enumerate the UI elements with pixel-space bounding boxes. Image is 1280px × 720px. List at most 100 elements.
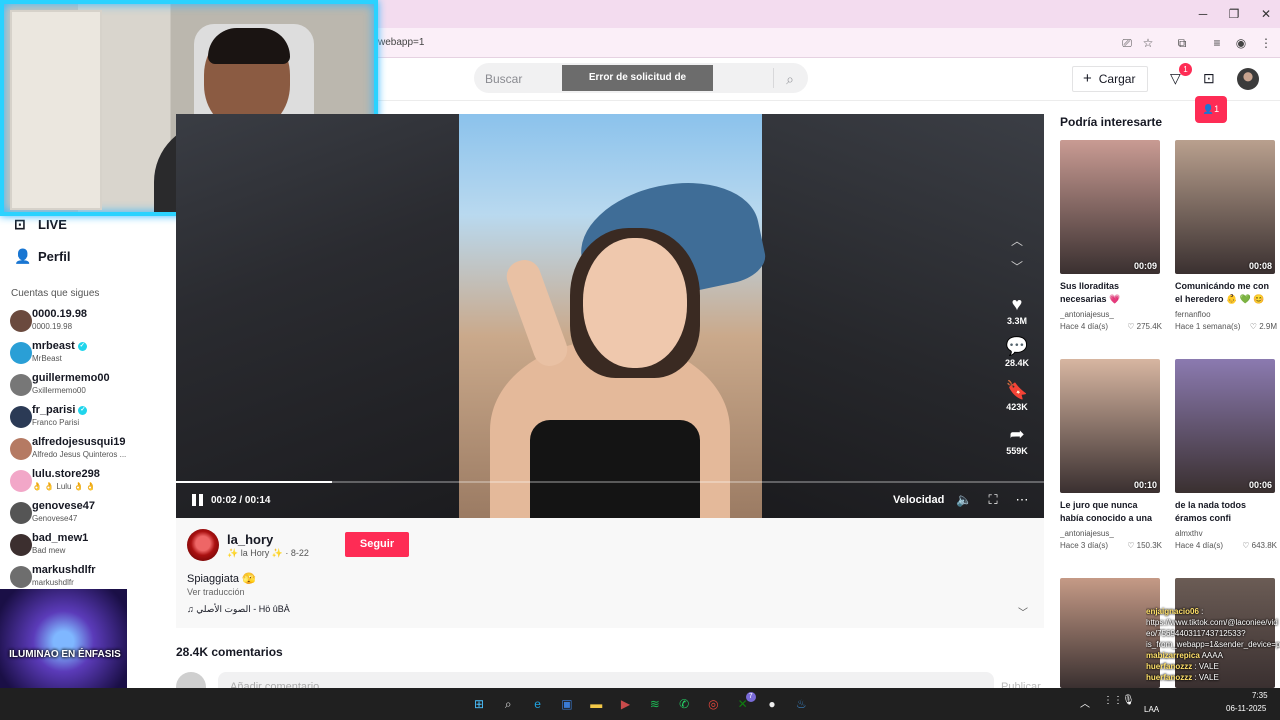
video-title[interactable]: de la nada todos éramos confi #relatable…: [1175, 499, 1277, 527]
following-item[interactable]: alfredojesusqui19 Alfredo Jesus Quinteros…: [10, 436, 170, 466]
like-button[interactable]: ♥ 3.3M: [1004, 294, 1030, 326]
store-icon[interactable]: ▣: [556, 693, 578, 715]
mic-icon[interactable]: 🎙: [1122, 695, 1135, 706]
suggested-video-card[interactable]: 00:09 Sus lloraditas necesarias 💗 ##parat…: [1060, 140, 1162, 340]
video-author[interactable]: fernanfloo: [1175, 310, 1231, 319]
url-text[interactable]: webapp=1: [378, 37, 424, 48]
folder-icon[interactable]: ▬: [585, 693, 607, 715]
following-name: fr_parisi ✓: [32, 404, 88, 416]
clock-date[interactable]: 06-11-2025: [1226, 704, 1266, 713]
following-item[interactable]: 0000.19.98 0000.19.98: [10, 308, 170, 338]
following-item[interactable]: guillermemo00 Gxillermemo00: [10, 372, 170, 402]
translate-link[interactable]: Ver traducción: [187, 587, 245, 597]
sidebar-item-label: Perfil: [38, 249, 71, 264]
sidebar-item-profile[interactable]: 👤 Perfil: [14, 248, 71, 265]
following-item[interactable]: genovese47 Genovese47: [10, 500, 170, 530]
profile-icon[interactable]: ◉: [1233, 35, 1249, 51]
extensions-icon[interactable]: ⧉: [1174, 35, 1190, 51]
clock-time[interactable]: 7:35: [1252, 691, 1268, 700]
video-thumbnail[interactable]: 00:10: [1060, 359, 1160, 493]
filter-badge: 1: [1179, 63, 1192, 76]
chevron-down-icon[interactable]: ﹀: [1009, 258, 1025, 274]
inbox-icon[interactable]: ⊡: [1203, 70, 1219, 86]
following-name-text: alfredojesusqui19: [32, 436, 126, 448]
like-count: 3.3M: [1006, 316, 1027, 326]
chevron-up-icon[interactable]: ︿: [1080, 695, 1090, 710]
author-name[interactable]: la_hory: [227, 532, 273, 547]
video-author[interactable]: _antoniajesus_: [1060, 310, 1116, 319]
grid-icon[interactable]: ⋮⋮: [1103, 695, 1123, 706]
spotify-icon[interactable]: ≋: [644, 693, 666, 715]
video-title[interactable]: Sus lloraditas necesarias 💗 ##paratiiiii…: [1060, 280, 1162, 308]
chevron-up-icon[interactable]: ︿: [1009, 232, 1025, 248]
sidebar-item-live[interactable]: ⊡ LIVE: [14, 216, 67, 233]
github-icon[interactable]: ●: [761, 693, 783, 715]
language-indicator[interactable]: LAA: [1144, 705, 1159, 714]
edge-icon[interactable]: e: [527, 693, 549, 715]
chevron-down-icon[interactable]: ﹀: [1018, 604, 1028, 619]
save-button[interactable]: 🔖 423K: [1004, 380, 1030, 412]
author-avatar[interactable]: [187, 529, 219, 561]
suggested-video-card[interactable]: 00:10 Le juro que nunca había conocido a …: [1060, 359, 1162, 559]
more-icon[interactable]: ⋯: [1014, 492, 1030, 508]
suggested-video-card[interactable]: [1060, 578, 1160, 688]
whatsapp-icon[interactable]: ✆: [673, 693, 695, 715]
upload-button[interactable]: + Cargar: [1072, 66, 1148, 92]
following-name-text: fr_parisi: [32, 404, 76, 416]
fullscreen-icon[interactable]: ⛶: [985, 492, 1001, 508]
share-button[interactable]: ➦ 559K: [1004, 424, 1030, 456]
video-author[interactable]: _antoniajesus_: [1060, 529, 1116, 538]
video-thumbnail[interactable]: 00:06: [1175, 359, 1275, 493]
menu-icon[interactable]: ⋮: [1258, 35, 1274, 51]
video-info-panel: [176, 518, 1044, 628]
following-name: bad_mew1: [32, 532, 88, 544]
pause-icon[interactable]: [191, 493, 205, 507]
video-likes: ♡ 2.9M: [1250, 322, 1277, 331]
volume-icon[interactable]: 🔈: [956, 492, 972, 508]
suggested-video-card[interactable]: 00:06 de la nada todos éramos confi #rela…: [1175, 359, 1277, 559]
music-link[interactable]: ♫ الصوت الأصلي - Hö ûBÀ: [187, 604, 290, 615]
media-icon[interactable]: ≡: [1209, 35, 1225, 51]
search-icon[interactable]: ⌕: [497, 693, 519, 715]
media-player-icon[interactable]: ▶: [615, 693, 637, 715]
close-icon[interactable]: ✕: [1256, 5, 1276, 23]
follow-requests-count: 1: [1214, 104, 1220, 114]
save-count: 423K: [1006, 402, 1028, 412]
cast-icon[interactable]: ⎚: [1119, 35, 1135, 51]
video-author[interactable]: almxthv: [1175, 529, 1231, 538]
comment-button[interactable]: 💬 28.4K: [1004, 336, 1030, 368]
chat-message: enjaignacio06 :: [1146, 606, 1280, 617]
video-thumbnail[interactable]: 00:09: [1060, 140, 1160, 274]
following-item[interactable]: fr_parisi ✓ Franco Parisi: [10, 404, 170, 434]
speed-button[interactable]: Velocidad: [893, 494, 944, 506]
video-blur-right: [762, 114, 1044, 518]
follow-button[interactable]: Seguir: [345, 532, 409, 557]
video-thumbnail[interactable]: [1060, 578, 1160, 688]
video-title[interactable]: Le juro que nunca había conocido a una a…: [1060, 499, 1162, 527]
following-name-text: guillermemo00: [32, 372, 110, 384]
chat-text: : VALE: [1194, 662, 1219, 671]
live-icon: ⊡: [14, 216, 26, 232]
video-thumbnail[interactable]: 00:08: [1175, 140, 1275, 274]
maximize-icon[interactable]: ❐: [1224, 5, 1244, 23]
chat-message: huerfanozzz : VALE: [1146, 661, 1280, 672]
chrome-icon[interactable]: ◎: [702, 693, 724, 715]
following-name-text: bad_mew1: [32, 532, 89, 544]
steam-icon[interactable]: ♨: [790, 693, 812, 715]
star-icon[interactable]: ☆: [1140, 35, 1156, 51]
following-name: mrbeast ✓: [32, 340, 87, 352]
search-icon[interactable]: ⌕: [781, 70, 799, 88]
comment-icon: 💬: [1005, 336, 1029, 356]
following-item[interactable]: lulu.store298 👌 👌 Lulu 👌 👌: [10, 468, 170, 498]
video-title[interactable]: Comunicándo me con el heredero 👶 💚 😊: [1175, 280, 1277, 308]
suggested-video-card[interactable]: 00:08 Comunicándo me con el heredero 👶 💚 …: [1175, 140, 1277, 340]
following-item[interactable]: bad_mew1 Bad mew: [10, 532, 170, 562]
windows-start-icon[interactable]: ⊞: [468, 693, 490, 715]
webcam-door: [10, 10, 102, 210]
avatar: [10, 438, 32, 460]
follow-requests-button[interactable]: 👤1: [1195, 96, 1227, 123]
current-time: 00:02: [211, 495, 237, 506]
avatar[interactable]: [1237, 68, 1259, 90]
minimize-icon[interactable]: ─: [1193, 5, 1213, 23]
following-item[interactable]: mrbeast ✓ MrBeast: [10, 340, 170, 370]
